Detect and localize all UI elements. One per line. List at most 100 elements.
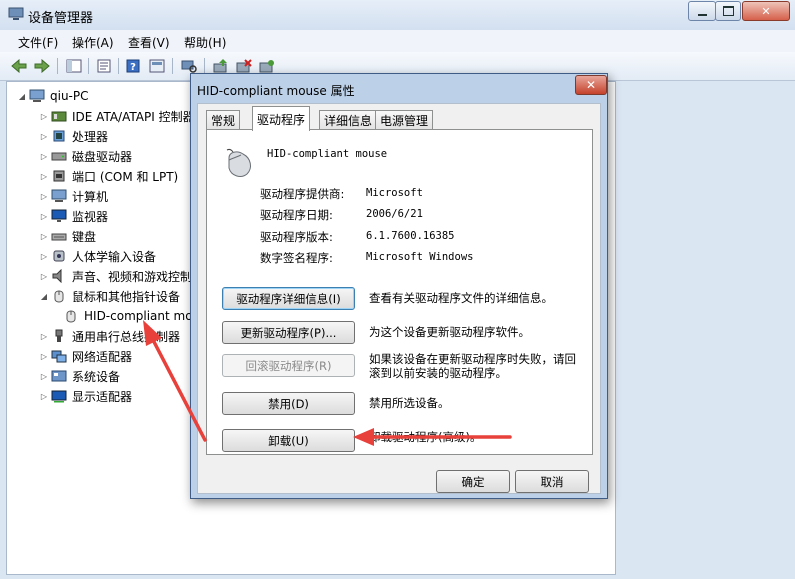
toolbar-separator [204, 58, 205, 74]
menu-file[interactable]: 文件(F) [18, 34, 58, 51]
tree-category-item[interactable]: ▷ 显示适配器 [17, 386, 214, 406]
tab-general[interactable]: 常规 [206, 110, 241, 130]
toolbar-separator [172, 58, 173, 74]
cancel-button[interactable]: 取消 [515, 470, 589, 493]
back-button[interactable] [10, 57, 28, 75]
minimize-button[interactable] [688, 1, 716, 21]
toolbar-separator [118, 58, 119, 74]
network-icon [51, 350, 67, 363]
expand-arrow-icon[interactable]: ▷ [39, 172, 49, 181]
toolbar-separator [57, 58, 58, 74]
view-toolbar-button[interactable] [148, 57, 166, 75]
back-arrow-icon [11, 59, 27, 73]
menu-action[interactable]: 操作(A) [72, 34, 114, 51]
ide-controller-icon [51, 111, 67, 122]
tree-item-label: 计算机 [72, 189, 109, 204]
driver-details-desc: 查看有关驱动程序文件的详细信息。 [369, 291, 553, 305]
hid-icon [53, 250, 65, 262]
console-tree-button[interactable] [65, 57, 83, 75]
tree-items: ▷ IDE ATA/ATAPI 控制器 ▷ 处理器 ▷ 磁盘驱动器 ▷ 端口 (COM 和 L… [17, 106, 214, 406]
tree-category-item[interactable]: ▷ IDE ATA/ATAPI 控制器 [17, 106, 214, 126]
close-button[interactable]: ✕ [742, 1, 790, 21]
driver-version-value: 6.1.7600.16385 [366, 230, 455, 242]
dialog-title: HID-compliant mouse 属性 [197, 84, 355, 98]
expand-arrow-icon[interactable]: ▷ [39, 352, 49, 361]
tab-power-management[interactable]: 电源管理 [375, 110, 434, 130]
expand-arrow-icon[interactable]: ▷ [39, 152, 49, 161]
tree-category-item[interactable]: ▷ 键盘 [17, 226, 214, 246]
tree-item-label: 显示适配器 [72, 389, 133, 404]
driver-details-button[interactable]: 驱动程序详细信息(I) [222, 287, 355, 310]
collapse-arrow-icon[interactable]: ◢ [39, 292, 49, 301]
tree-category-item[interactable]: ◢ 鼠标和其他指针设备 [17, 286, 214, 306]
expand-arrow-icon[interactable]: ▷ [39, 112, 49, 121]
driver-provider-label: 驱动程序提供商: [260, 187, 345, 201]
menu-view[interactable]: 查看(V) [128, 34, 170, 51]
rollback-driver-button[interactable]: 回滚驱动程序(R) [222, 354, 355, 377]
expand-arrow-icon[interactable]: ▷ [39, 192, 49, 201]
help-icon: ? [126, 59, 140, 73]
tree-category-item[interactable]: ▷ 声音、视频和游戏控制器 [17, 266, 214, 286]
tree-item-label: 监视器 [72, 209, 109, 224]
view-icon [149, 59, 165, 73]
maximize-button[interactable] [715, 1, 741, 21]
disable-button[interactable]: 禁用(D) [222, 392, 355, 415]
title-bar[interactable]: 设备管理器 ✕ [0, 0, 795, 30]
driver-version-label: 驱动程序版本: [260, 230, 333, 244]
tree-item-label: 端口 (COM 和 LPT) [72, 169, 179, 184]
tree-category-item[interactable]: ▷ 系统设备 [17, 366, 214, 386]
window-title: 设备管理器 [28, 11, 94, 26]
driver-tab-panel: HID-compliant mouse 驱动程序提供商: Microsoft 驱… [206, 129, 593, 455]
update-driver-icon [213, 59, 227, 73]
tree-child-item[interactable]: HID-compliant mouse [17, 306, 214, 326]
uninstall-button[interactable]: 卸载(U) [222, 429, 355, 452]
tree-category-item[interactable]: ▷ 端口 (COM 和 LPT) [17, 166, 214, 186]
expand-arrow-icon[interactable]: ▷ [39, 132, 49, 141]
tree-category-item[interactable]: ▷ 计算机 [17, 186, 214, 206]
svg-text:?: ? [130, 62, 136, 73]
tree-category-item[interactable]: ▷ 人体学输入设备 [17, 246, 214, 266]
device-manager-icon [8, 7, 24, 20]
close-icon: ✕ [761, 4, 771, 18]
expand-arrow-icon[interactable]: ▷ [39, 272, 49, 281]
system-icon [51, 370, 67, 382]
menu-help[interactable]: 帮助(H) [184, 34, 226, 51]
usb-icon [55, 329, 63, 342]
tree-item-label: 键盘 [72, 229, 97, 244]
mouse-icon [54, 290, 64, 303]
tree-category-item[interactable]: ▷ 处理器 [17, 126, 214, 146]
expand-arrow-icon[interactable]: ▷ [39, 372, 49, 381]
mouse-icon [66, 310, 76, 323]
disable-desc: 禁用所选设备。 [369, 396, 450, 410]
expand-arrow-icon[interactable]: ▷ [39, 252, 49, 261]
forward-arrow-icon [34, 59, 50, 73]
digital-signer-value: Microsoft Windows [366, 251, 474, 263]
mouse-icon [226, 148, 251, 177]
ok-button[interactable]: 确定 [436, 470, 510, 493]
monitor-icon [51, 209, 67, 222]
tree-root[interactable]: ◢ qiu-PC [17, 86, 214, 106]
help-toolbar-button[interactable]: ? [124, 57, 142, 75]
forward-button[interactable] [33, 57, 51, 75]
tree-category-item[interactable]: ▷ 磁盘驱动器 [17, 146, 214, 166]
update-driver-button[interactable]: 更新驱动程序(P)... [222, 321, 355, 344]
properties-toolbar-button[interactable] [95, 57, 113, 75]
tree-category-item[interactable]: ▷ 监视器 [17, 206, 214, 226]
device-name: HID-compliant mouse [267, 148, 388, 160]
tree-category-item[interactable]: ▷ 网络适配器 [17, 346, 214, 366]
computer-icon [51, 189, 67, 202]
expand-arrow-icon[interactable]: ▷ [39, 332, 49, 341]
uninstall-desc: 卸载驱动程序(高级)。 [369, 430, 482, 444]
driver-date-value: 2006/6/21 [366, 208, 423, 220]
keyboard-icon [51, 233, 67, 241]
expand-arrow-icon[interactable]: ▷ [39, 212, 49, 221]
collapse-arrow-icon[interactable]: ◢ [17, 92, 27, 101]
expand-arrow-icon[interactable]: ▷ [39, 392, 49, 401]
driver-provider-value: Microsoft [366, 187, 423, 199]
port-icon [53, 170, 65, 182]
tree-category-item[interactable]: ▷ 通用串行总线控制器 [17, 326, 214, 346]
expand-arrow-icon[interactable]: ▷ [39, 232, 49, 241]
dialog-close-button[interactable]: ✕ [575, 75, 607, 95]
tab-details[interactable]: 详细信息 [319, 110, 378, 130]
tab-driver[interactable]: 驱动程序 [252, 106, 311, 131]
